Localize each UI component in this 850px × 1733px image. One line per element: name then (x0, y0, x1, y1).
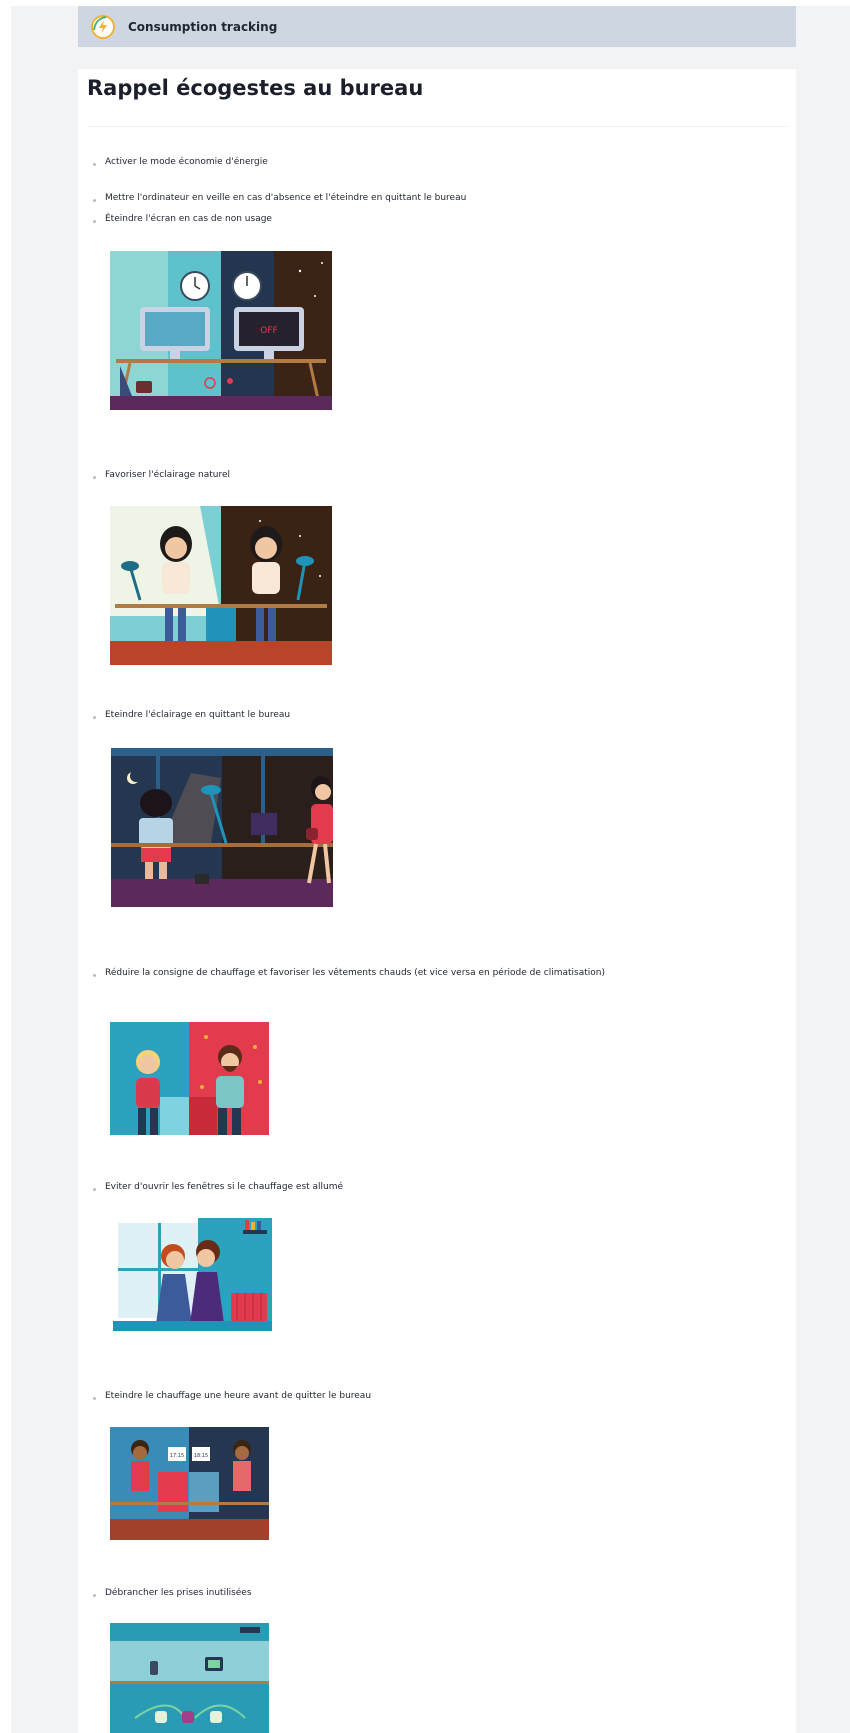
heating-setpoint-illustration (110, 1022, 269, 1135)
screen-off-illustration: OFF (110, 251, 332, 410)
bullet-dot (93, 163, 96, 166)
clock-left-text: 17:15 (170, 1453, 184, 1459)
tip-label: Eteindre le chauffage une heure avant de… (105, 1391, 372, 1401)
bullet-dot (93, 1188, 96, 1191)
top-header-bar: Consumption tracking (78, 6, 796, 47)
tip-label: Activer le mode économie d'énergie (105, 157, 268, 167)
app-title[interactable]: Consumption tracking (128, 20, 277, 34)
heating-off-schedule-illustration: 17:15 18:15 (110, 1427, 269, 1540)
content-card: Rappel écogestes au bureau Activer le mo… (78, 69, 796, 1733)
bullet-dot (93, 1594, 96, 1597)
tip-label: Réduire la consigne de chauffage et favo… (105, 968, 605, 978)
lightning-leaf-icon[interactable] (90, 14, 116, 40)
tip-label: Eviter d'ouvrir les fenêtres si le chauf… (105, 1182, 344, 1192)
bullet-dot (93, 199, 96, 202)
windows-closed-illustration (113, 1218, 272, 1331)
clock-right-text: 18:15 (194, 1453, 208, 1459)
bullet-dot (93, 716, 96, 719)
bullet-dot (93, 1397, 96, 1400)
page-title: Rappel écogestes au bureau (87, 76, 424, 100)
bullet-dot (93, 974, 96, 977)
screen-off-text: OFF (260, 326, 277, 336)
natural-light-illustration (110, 506, 332, 665)
bullet-dot (93, 476, 96, 479)
tip-label: Mettre l'ordinateur en veille en cas d'a… (105, 193, 467, 203)
lights-off-illustration (111, 748, 333, 907)
tip-label: Éteindre l'écran en cas de non usage (105, 214, 272, 224)
title-divider (87, 126, 787, 127)
tip-label: Eteindre l'éclairage en quittant le bure… (105, 710, 291, 720)
tip-label: Favoriser l'éclairage naturel (105, 470, 230, 480)
tip-label: Débrancher les prises inutilisées (105, 1588, 252, 1598)
bullet-dot (93, 220, 96, 223)
unplug-sockets-illustration (110, 1623, 269, 1733)
